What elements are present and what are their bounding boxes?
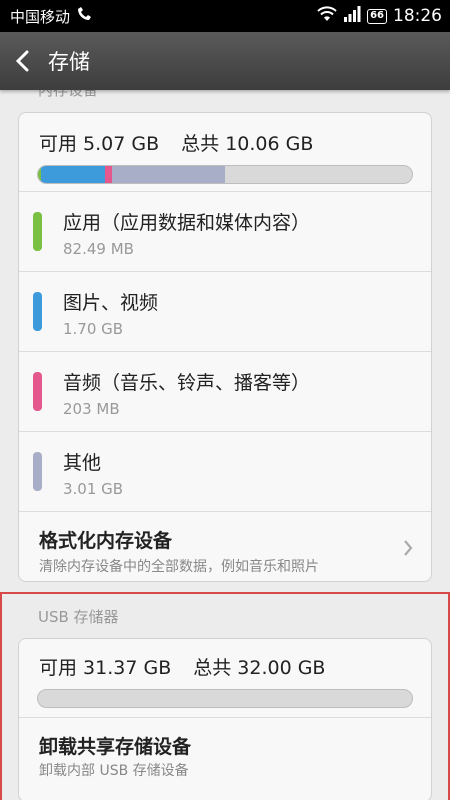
category-color-swatch xyxy=(33,212,42,251)
format-storage-title: 格式化内存设备 xyxy=(39,530,173,552)
clock: 18:26 xyxy=(393,6,442,26)
signal-icon xyxy=(343,6,361,26)
storage-category-row[interactable]: 应用（应用数据和媒体内容） 82.49 MB xyxy=(19,191,431,271)
unmount-storage-title: 卸载共享存储设备 xyxy=(39,736,192,758)
wifi-icon xyxy=(317,6,337,26)
back-button[interactable] xyxy=(0,32,44,90)
storage-category-row[interactable]: 其他 3.01 GB xyxy=(19,431,431,511)
call-forward-icon xyxy=(76,6,94,26)
battery-icon: 66 xyxy=(367,8,387,24)
storage-category-row[interactable]: 图片、视频 1.70 GB xyxy=(19,271,431,351)
chevron-left-icon xyxy=(15,50,29,72)
format-storage-description: 清除内存设备中的全部数据，例如音乐和照片 xyxy=(39,559,319,575)
internal-storage-card: 可用 5.07 GB 总共 10.06 GB 应用（应用数据和媒体内容） 82.49… xyxy=(18,112,432,582)
category-size: 82.49 MB xyxy=(63,240,134,258)
usage-segment xyxy=(105,166,112,183)
internal-capacity: 可用 5.07 GB 总共 10.06 GB xyxy=(39,129,313,156)
category-color-swatch xyxy=(33,372,42,411)
category-size: 1.70 GB xyxy=(63,320,124,338)
carrier-name: 中国移动 xyxy=(10,7,71,26)
category-color-swatch xyxy=(33,292,42,331)
category-name: 其他 xyxy=(63,452,102,474)
category-color-swatch xyxy=(33,452,42,491)
internal-section-label: 内存设备 xyxy=(38,90,99,99)
internal-summary: 可用 5.07 GB 总共 10.06 GB xyxy=(19,113,431,191)
usage-segment xyxy=(112,166,225,183)
format-storage-row[interactable]: 格式化内存设备 清除内存设备中的全部数据，例如音乐和照片 xyxy=(19,511,431,581)
chevron-right-icon xyxy=(403,538,413,562)
category-name: 应用（应用数据和媒体内容） xyxy=(63,212,311,234)
usage-segment xyxy=(41,166,105,183)
category-size: 3.01 GB xyxy=(63,480,124,498)
internal-total: 总共 10.06 GB xyxy=(181,133,314,155)
usb-section-label: USB 存储器 xyxy=(38,608,119,626)
usb-total: 总共 32.00 GB xyxy=(193,657,326,679)
usb-storage-card: 可用 31.37 GB 总共 32.00 GB 卸载共享存储设备 卸载内部 USB… xyxy=(18,638,432,800)
usb-capacity: 可用 31.37 GB 总共 32.00 GB xyxy=(39,653,325,680)
internal-usage-bar xyxy=(37,165,413,184)
usb-usage-bar xyxy=(37,689,413,708)
category-name: 图片、视频 xyxy=(63,292,159,314)
usb-summary: 可用 31.37 GB 总共 32.00 GB xyxy=(19,639,431,717)
category-name: 音频（音乐、铃声、播客等） xyxy=(63,372,311,394)
unmount-storage-description: 卸载内部 USB 存储设备 xyxy=(39,763,189,779)
storage-category-row[interactable]: 音频（音乐、铃声、播客等） 203 MB xyxy=(19,351,431,431)
unmount-storage-row[interactable]: 卸载共享存储设备 卸载内部 USB 存储设备 xyxy=(19,717,431,797)
status-bar: 中国移动 66 18:26 xyxy=(0,0,450,32)
category-size: 203 MB xyxy=(63,400,120,418)
page-title: 存储 xyxy=(48,50,90,74)
title-bar: 存储 xyxy=(0,32,450,90)
internal-available: 可用 5.07 GB xyxy=(39,133,160,155)
storage-content: 内存设备 可用 5.07 GB 总共 10.06 GB 应用（应用数据和媒体内容）… xyxy=(0,90,450,800)
usb-available: 可用 31.37 GB xyxy=(39,657,172,679)
